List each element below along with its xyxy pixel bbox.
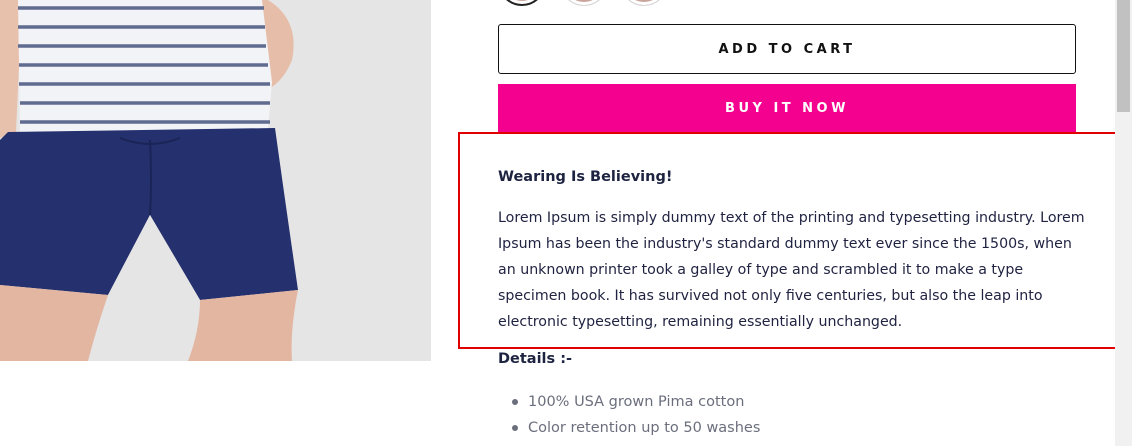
buy-it-now-button[interactable]: BUY IT NOW (498, 84, 1076, 133)
details-list: 100% USA grown Pima cotton Color retenti… (512, 389, 760, 441)
scrollbar-thumb[interactable] (1117, 0, 1130, 112)
details-item: 100% USA grown Pima cotton (512, 389, 760, 415)
color-swatch-3[interactable] (620, 0, 668, 6)
scrollbar[interactable] (1115, 0, 1132, 446)
description-heading: Wearing Is Believing! (498, 169, 673, 185)
details-item-label: 100% USA grown Pima cotton (528, 394, 745, 410)
product-page: ADD TO CART BUY IT NOW Wearing Is Believ… (0, 0, 1132, 446)
add-to-cart-button[interactable]: ADD TO CART (498, 24, 1076, 74)
details-item-label: Color retention up to 50 washes (528, 420, 761, 436)
bullet-icon (512, 425, 518, 431)
details-item: Color retention up to 50 washes (512, 415, 760, 441)
product-image (0, 0, 431, 361)
color-swatch-2[interactable] (560, 0, 608, 6)
color-swatch-1[interactable] (498, 0, 546, 6)
description-body: Lorem Ipsum is simply dummy text of the … (498, 210, 1085, 330)
details-heading: Details :- (498, 351, 573, 367)
bullet-icon (512, 399, 518, 405)
